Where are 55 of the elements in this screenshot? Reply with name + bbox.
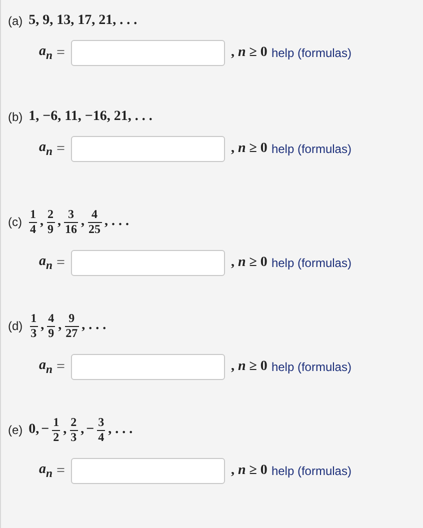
equals-sign: =: [56, 140, 65, 158]
answer-field[interactable]: [70, 136, 225, 162]
fraction: 9 27: [64, 312, 80, 340]
condition-text: , n ≥ 0: [230, 359, 268, 375]
math-variable: a$_{n}$: [39, 358, 52, 376]
math-text: ,: [80, 422, 84, 438]
fraction: 3 4: [96, 416, 106, 444]
math-text: , . . .: [108, 422, 133, 438]
part-label: (d): [8, 319, 23, 333]
condition-text: , n ≥ 0: [230, 141, 268, 157]
fraction: 1 4: [28, 208, 38, 236]
help-link[interactable]: help (formulas): [271, 464, 352, 478]
math-text: ,: [40, 318, 44, 334]
fraction: 4 25: [86, 208, 102, 236]
fraction: 1 3: [28, 312, 39, 340]
math-text: ,: [58, 214, 61, 230]
help-link[interactable]: help (formulas): [271, 360, 352, 374]
math-text: 5, 9, 13, 17, 21, . . .: [28, 13, 138, 29]
math-text: ,: [81, 214, 84, 230]
equals-sign: =: [56, 358, 65, 376]
math-text: −: [86, 422, 94, 438]
part-label: (c): [8, 215, 22, 229]
math-variable: a$_{n}$: [39, 140, 52, 158]
math-text: ,: [63, 422, 67, 438]
math-variable: a$_{n}$: [39, 254, 52, 272]
fraction: 3 16: [63, 208, 79, 236]
math-text: , . . .: [104, 214, 129, 230]
equals-sign: =: [56, 462, 65, 480]
part-label: (a): [8, 14, 23, 28]
equals-sign: =: [56, 44, 65, 62]
fraction: 2 3: [68, 416, 79, 444]
part-label: (e): [8, 423, 23, 437]
math-text: −: [41, 422, 50, 438]
answer-field[interactable]: [70, 250, 225, 276]
math-variable: a$_{n}$: [39, 44, 52, 62]
fraction: 2 9: [46, 208, 56, 236]
answer-field[interactable]: [70, 458, 225, 484]
answer-field[interactable]: [70, 40, 225, 66]
fraction: 4 9: [46, 312, 56, 340]
condition-text: , n ≥ 0: [230, 45, 268, 61]
math-text: ,: [58, 318, 62, 334]
equals-sign: =: [56, 254, 65, 272]
help-link[interactable]: help (formulas): [271, 142, 352, 156]
help-link[interactable]: help (formulas): [271, 46, 352, 60]
part-label: (b): [8, 110, 23, 124]
math-text: ,: [40, 214, 44, 230]
math-text: 1, −6, 11, −16, 21, . . .: [28, 109, 152, 125]
condition-text: , n ≥ 0: [230, 255, 268, 271]
condition-text: , n ≥ 0: [230, 463, 268, 479]
help-link[interactable]: help (formulas): [271, 256, 352, 270]
math-text: , . . .: [82, 318, 106, 334]
answer-field[interactable]: [70, 354, 225, 380]
math-text: 0,: [28, 422, 40, 438]
fraction: 1 2: [51, 416, 62, 444]
math-variable: a$_{n}$: [39, 462, 52, 480]
